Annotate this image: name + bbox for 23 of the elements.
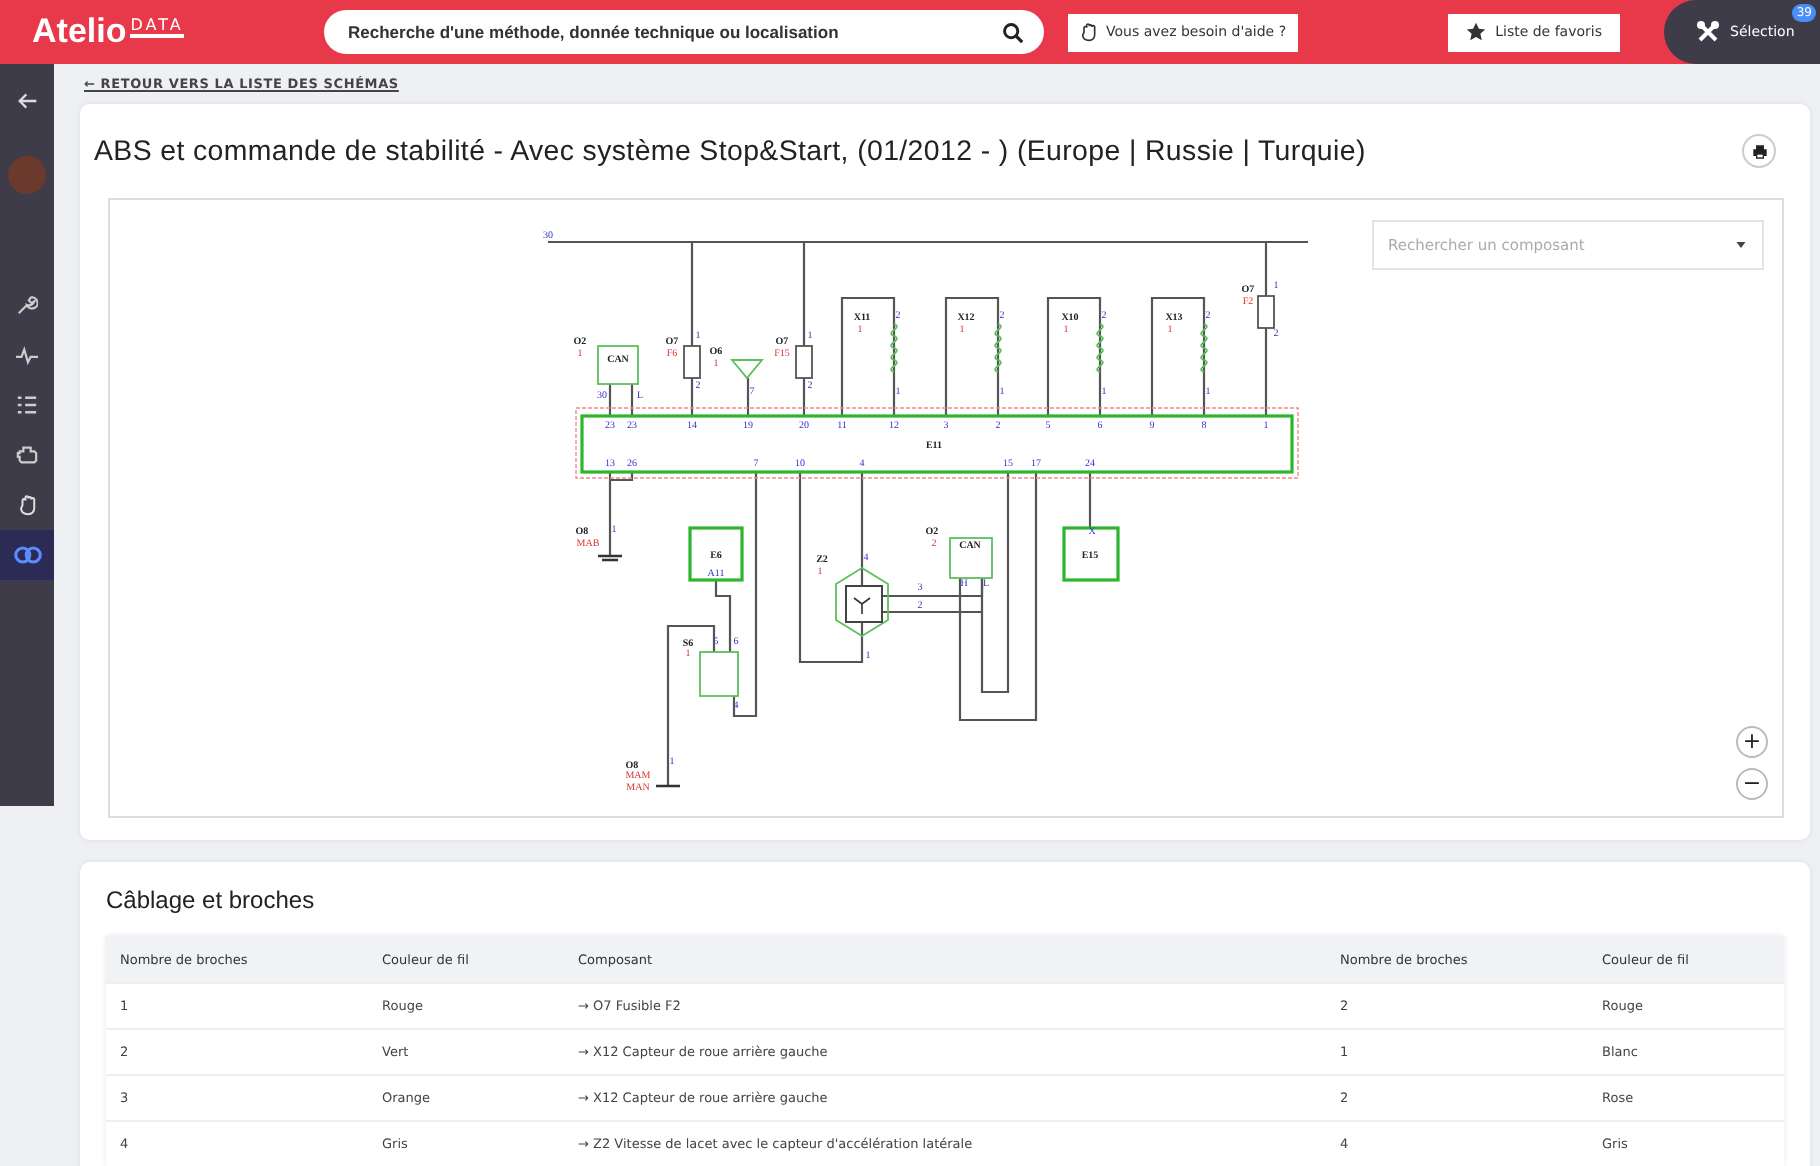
hand-icon <box>17 494 37 516</box>
print-button[interactable] <box>1742 134 1776 168</box>
caret-icon <box>1736 242 1746 248</box>
tools-icon <box>1696 20 1720 44</box>
search-bar[interactable]: Recherche d'une méthode, donnée technique ou localisation <box>324 10 1044 54</box>
chain-link-icon <box>13 546 41 564</box>
list-icon <box>16 394 38 416</box>
back-arrow-icon <box>17 92 37 110</box>
page-title: ABS et commande de stabilité - Avec système Stop&Start, (01/2012 - ) (Europe | Russie | Turquie) <box>94 135 1366 167</box>
sidebar-item[interactable] <box>0 530 54 580</box>
star-icon <box>1465 22 1486 42</box>
printer-icon <box>1751 143 1767 159</box>
hand-icon <box>1080 22 1098 42</box>
pulse-icon <box>16 344 38 366</box>
engine-icon <box>16 444 38 466</box>
search-icon[interactable] <box>1002 21 1024 43</box>
logo-text: Atelio <box>32 12 127 52</box>
section-title: Câblage et broches <box>106 886 317 914</box>
search-field[interactable]: Recherche d'une méthode, donnée technique ou localisation <box>344 20 1002 44</box>
logo-subtext: DATA <box>130 16 184 38</box>
zoom-in-button[interactable]: + <box>1736 726 1768 758</box>
wrench-icon <box>16 294 38 316</box>
zoom-out-button[interactable]: − <box>1736 768 1768 800</box>
